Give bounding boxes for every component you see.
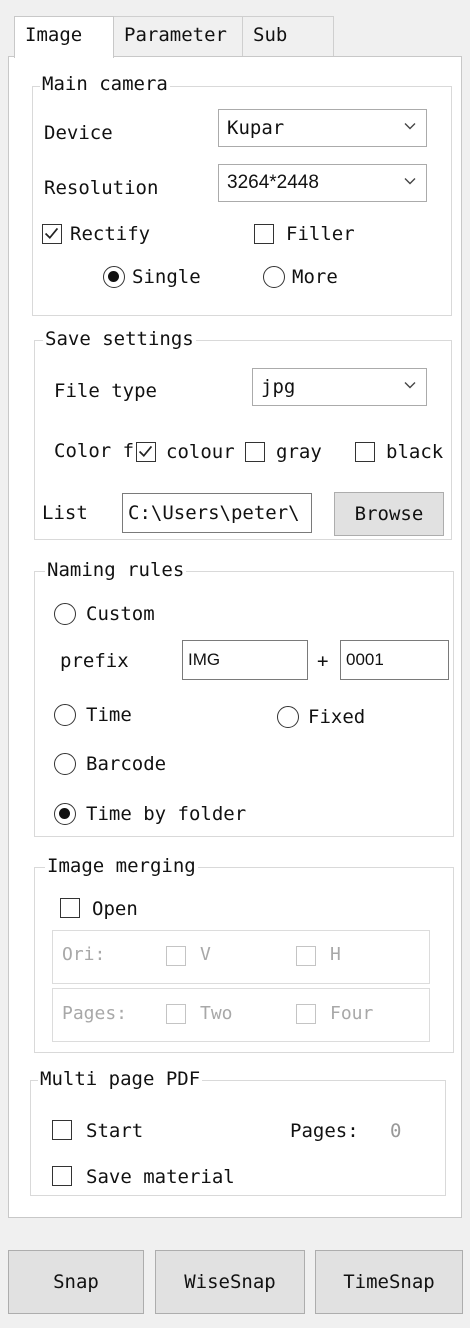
tab-parameter-label: Parameter	[124, 24, 227, 46]
ori-label: Ori:	[62, 944, 106, 965]
time-label: Time	[86, 704, 132, 726]
two-label: Two	[200, 1003, 233, 1024]
resolution-select-value: 3264*2448	[227, 172, 319, 193]
gray-label: gray	[276, 441, 322, 463]
prefix-field[interactable]: IMG	[182, 640, 308, 680]
checkmark-icon	[44, 227, 59, 240]
rectify-checkbox[interactable]	[42, 224, 62, 244]
start-checkbox[interactable]	[52, 1120, 72, 1140]
chevron-down-icon	[404, 382, 416, 389]
prefix-label: prefix	[60, 650, 129, 672]
colour-checkbox[interactable]	[136, 442, 156, 462]
filler-label: Filler	[286, 223, 355, 245]
open-checkbox[interactable]	[60, 898, 80, 918]
counter-field[interactable]: 0001	[340, 640, 449, 680]
radio-selected-dot	[59, 808, 70, 819]
save-path-field[interactable]: C:\Users\peter\	[122, 493, 312, 533]
h-label: H	[330, 944, 341, 965]
filler-checkbox[interactable]	[254, 224, 274, 244]
single-label: Single	[132, 266, 201, 288]
tab-image-label: Image	[25, 24, 83, 46]
device-label: Device	[44, 122, 113, 144]
chevron-down-icon	[404, 123, 416, 130]
two-checkbox[interactable]	[166, 1004, 186, 1024]
colour-label: colour	[166, 441, 235, 463]
time-radio[interactable]	[54, 704, 76, 726]
v-label: V	[200, 944, 211, 965]
tab-sub[interactable]: Sub	[242, 16, 334, 56]
rectify-label: Rectify	[70, 223, 151, 245]
v-checkbox[interactable]	[166, 946, 186, 966]
open-label: Open	[92, 898, 138, 920]
device-select[interactable]: Kupar	[218, 109, 427, 147]
fixed-radio[interactable]	[277, 706, 299, 728]
fixed-label: Fixed	[308, 706, 366, 728]
black-label: black	[386, 441, 444, 463]
four-label: Four	[330, 1003, 374, 1024]
file-type-select[interactable]: jpg	[252, 368, 427, 406]
save-material-label: Save material	[86, 1166, 235, 1188]
custom-radio[interactable]	[54, 603, 76, 625]
single-radio[interactable]	[103, 266, 125, 288]
main-camera-title: Main camera	[40, 73, 170, 95]
orientation-box	[52, 930, 430, 984]
tab-parameter[interactable]: Parameter	[113, 16, 243, 56]
tab-sub-label: Sub	[253, 24, 288, 46]
start-label: Start	[86, 1120, 144, 1142]
file-type-select-value: jpg	[261, 376, 296, 398]
color-format-label: Color f	[54, 440, 135, 462]
pdf-pages-count: 0	[390, 1120, 402, 1142]
wisesnap-button[interactable]: WiseSnap	[155, 1250, 305, 1314]
multi-page-pdf-title: Multi page PDF	[38, 1068, 203, 1090]
barcode-label: Barcode	[86, 753, 167, 775]
save-settings-title: Save settings	[43, 328, 196, 350]
radio-selected-dot	[108, 271, 119, 282]
black-checkbox[interactable]	[355, 442, 375, 462]
browse-button[interactable]: Browse	[334, 492, 444, 536]
gray-checkbox[interactable]	[245, 442, 265, 462]
barcode-radio[interactable]	[54, 753, 76, 775]
pages-merge-label: Pages:	[62, 1003, 128, 1024]
h-checkbox[interactable]	[296, 946, 316, 966]
plus-sign: +	[317, 650, 329, 672]
tab-image[interactable]: Image	[14, 16, 114, 58]
timesnap-button[interactable]: TimeSnap	[315, 1250, 463, 1314]
resolution-select[interactable]: 3264*2448	[218, 164, 427, 202]
custom-label: Custom	[86, 603, 155, 625]
time-by-folder-label: Time by folder	[86, 803, 247, 825]
image-merging-title: Image merging	[45, 855, 198, 877]
resolution-label: Resolution	[44, 177, 159, 199]
time-by-folder-radio[interactable]	[54, 803, 76, 825]
save-material-checkbox[interactable]	[52, 1166, 72, 1186]
device-select-value: Kupar	[227, 117, 285, 139]
more-label: More	[292, 266, 338, 288]
naming-rules-title: Naming rules	[45, 559, 187, 581]
checkmark-icon	[138, 445, 153, 458]
chevron-down-icon	[404, 178, 416, 185]
four-checkbox[interactable]	[296, 1004, 316, 1024]
pdf-pages-label: Pages:	[290, 1120, 359, 1142]
list-label: List	[42, 502, 88, 524]
file-type-label: File type	[54, 380, 157, 402]
snap-button[interactable]: Snap	[8, 1250, 144, 1314]
more-radio[interactable]	[263, 266, 285, 288]
